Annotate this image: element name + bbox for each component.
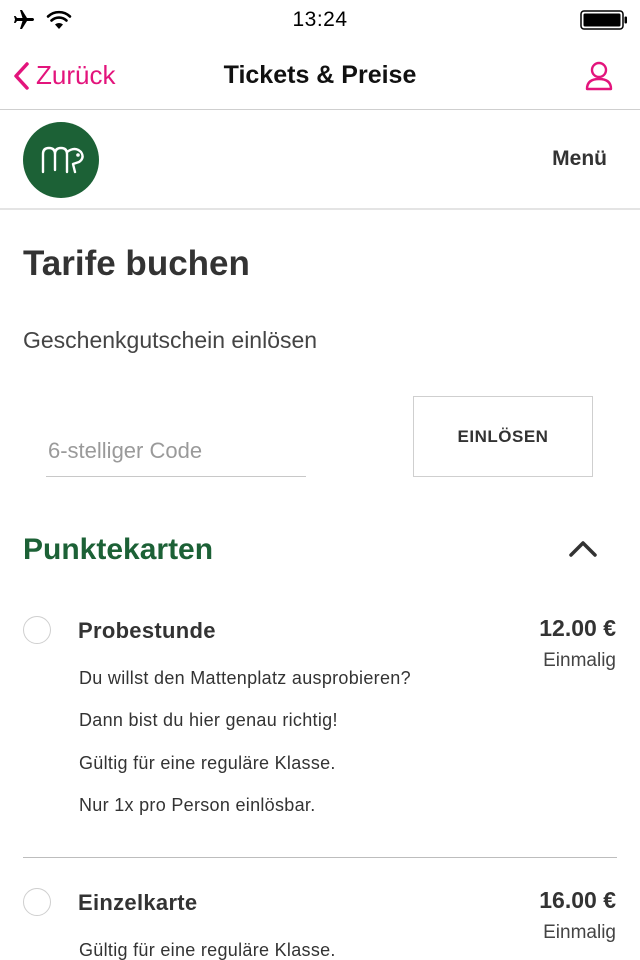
user-icon[interactable] (584, 60, 614, 92)
offer-frequency: Einmalig (543, 922, 616, 943)
offer-description-line: Gültig für eine reguläre Klasse. (79, 753, 336, 773)
offer-description-line: Du willst den Mattenplatz ausprobieren? (79, 668, 411, 688)
offer-name: Einzelkarte (78, 890, 198, 915)
status-bar: 13:24 (0, 0, 640, 40)
voucher-label: Geschenkgutschein einlösen (23, 327, 318, 353)
offer-radio[interactable] (23, 616, 51, 644)
offer-description-line: Nur 1x pro Person einlösbar. (79, 795, 316, 815)
page-title: Tarife buchen (23, 244, 250, 283)
offer-price: 16.00 € (539, 887, 616, 913)
offer-description-line: Dann bist du hier genau richtig! (79, 710, 338, 730)
menu-button[interactable]: Menü (552, 147, 607, 171)
site-header: Menü (0, 110, 640, 210)
offer-radio[interactable] (23, 888, 51, 916)
section-title-punktekarten[interactable]: Punktekarten (23, 533, 213, 567)
divider (23, 857, 617, 858)
status-time: 13:24 (292, 8, 348, 31)
page-title-nav: Tickets & Preise (223, 61, 417, 89)
logo-mark-icon (41, 146, 84, 174)
voucher-code-input[interactable] (46, 426, 306, 477)
redeem-button[interactable]: EINLÖSEN (413, 396, 593, 477)
offer-frequency: Einmalig (543, 650, 616, 671)
offer-description-line: Gültig für eine reguläre Klasse. (79, 940, 336, 960)
logo[interactable] (23, 122, 99, 198)
chevron-up-icon[interactable] (568, 536, 598, 560)
offer-name: Probestunde (78, 618, 216, 643)
offer-price: 12.00 € (539, 615, 616, 641)
offer-item[interactable]: Probestunde 12.00 € Einmalig Du willst d… (0, 608, 640, 858)
offer-item[interactable]: Einzelkarte 16.00 € Einmalig Gültig für … (0, 880, 640, 960)
battery-icon (580, 10, 627, 30)
navigation-bar: Zurück Tickets & Preise (0, 40, 640, 110)
